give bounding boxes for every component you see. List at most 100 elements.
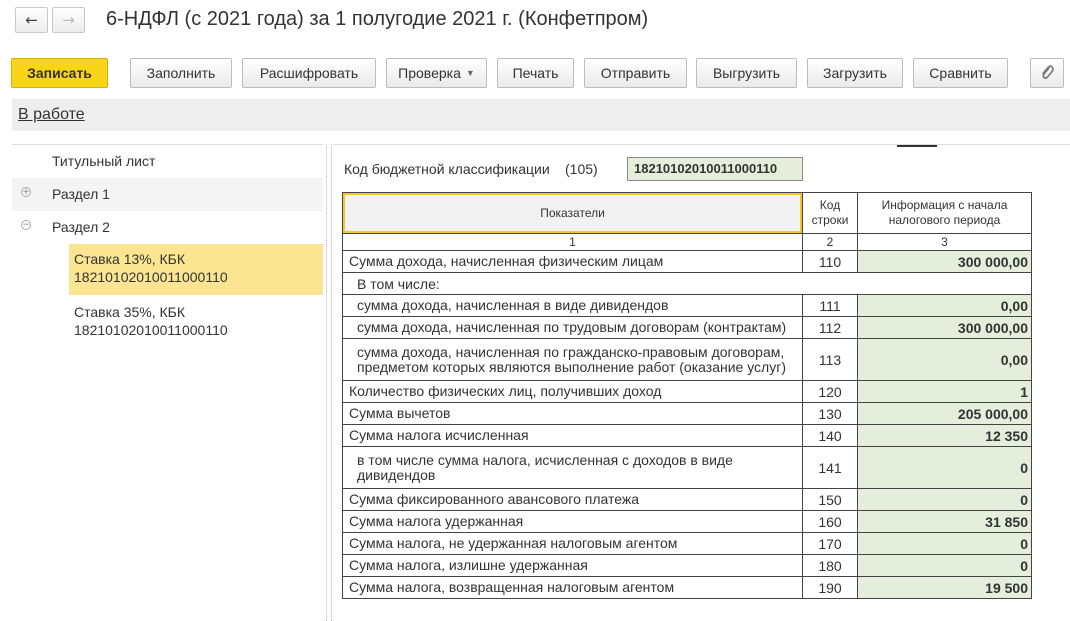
status-link[interactable]: В работе [18,106,85,124]
tree-item-label: Раздел 1 [52,186,110,202]
check-button-label: Проверка [398,65,461,81]
kbk-field[interactable]: 18210102010011000110 [627,157,803,181]
panel-splitter[interactable] [326,144,332,621]
row-value[interactable]: 0 [857,554,1032,577]
row-label: Сумма вычетов [342,402,803,425]
tree-item-kbk: 18210102010011000110 [74,269,228,285]
forward-arrow-icon[interactable]: → [52,7,85,33]
table-row: сумма дохода, начисленная по гражданско-… [342,338,1032,381]
section-tree: Титульный лист + Раздел 1 − Раздел 2 Ста… [12,144,323,621]
tree-item-label: Раздел 2 [52,219,110,235]
table-row: в том числе сумма налога, исчисленная с … [342,446,1032,489]
intro-label: В том числе: [342,272,1032,295]
row-code: 113 [802,338,858,381]
row-value[interactable]: 0,00 [857,338,1032,381]
row-value[interactable]: 0,00 [857,294,1032,317]
row-label: Сумма фиксированного авансового платежа [342,488,803,511]
row-value[interactable]: 0 [857,532,1032,555]
table-row: Количество физических лиц, получивших до… [342,380,1032,403]
scroll-marker [897,145,937,147]
print-button[interactable]: Печать [497,58,574,88]
row-code: 170 [802,532,858,555]
table-row: Сумма налога исчисленная 140 12 350 [342,424,1032,447]
table-row: сумма дохода, начисленная в виде дивиден… [342,294,1032,317]
table-row: Сумма налога удержанная 160 31 850 [342,510,1032,533]
row-label: Сумма налога, излишне удержанная [342,554,803,577]
row-code: 140 [802,424,858,447]
row-code: 111 [802,294,858,317]
back-arrow-icon[interactable]: ← [15,7,48,33]
table-row: Сумма налога, излишне удержанная 180 0 [342,554,1032,577]
decode-button[interactable]: Расшифровать [242,58,376,88]
column-number: 2 [802,233,858,251]
row-code: 141 [802,446,858,489]
row-label: сумма дохода, начисленная по трудовым до… [342,316,803,339]
header-info-line: налогового периода [888,213,1001,227]
table-row: В том числе: [342,272,1032,295]
row-value[interactable]: 300 000,00 [857,316,1032,339]
row-label: сумма дохода, начисленная по гражданско-… [342,338,803,381]
table-row: Сумма вычетов 130 205 000,00 [342,402,1032,425]
title-bar: ← → 6-НДФЛ (с 2021 года) за 1 полугодие … [0,0,1070,44]
row-label: в том числе сумма налога, исчисленная с … [342,446,803,489]
table-row: Сумма дохода, начисленная физическим лиц… [342,250,1032,273]
report-table: Показатели Код строки Информация с начал… [342,192,1032,599]
check-dropdown-button[interactable]: Проверка ▼ [386,58,487,88]
export-button[interactable]: Выгрузить [696,58,797,88]
row-label: сумма дохода, начисленная в виде дивиден… [342,294,803,317]
row-value[interactable]: 31 850 [857,510,1032,533]
row-code: 130 [802,402,858,425]
tree-item-label: Титульный лист [52,153,156,169]
row-value[interactable]: 300 000,00 [857,250,1032,273]
chevron-down-icon: ▼ [465,68,475,78]
row-code: 160 [802,510,858,533]
tree-item-label: Ставка 35%, КБК [74,304,185,320]
document-title: 6-НДФЛ (с 2021 года) за 1 полугодие 2021… [106,8,649,30]
row-value[interactable]: 205 000,00 [857,402,1032,425]
tree-item-label: Ставка 13%, КБК [74,251,185,267]
tree-item-section-2[interactable]: − Раздел 2 [12,211,323,244]
row-code: 180 [802,554,858,577]
table-row: Сумма налога, не удержанная налоговым аг… [342,532,1032,555]
header-code-line: строки [811,213,849,227]
row-label: Сумма налога, возвращенная налоговым аге… [342,576,803,599]
fill-button[interactable]: Заполнить [130,58,232,88]
header-code: Код строки [802,192,858,234]
send-button[interactable]: Отправить [584,58,687,88]
row-label: Сумма налога, не удержанная налоговым аг… [342,532,803,555]
header-indicators: Показатели [342,192,803,234]
save-button[interactable]: Записать [11,58,108,88]
table-row: сумма дохода, начисленная по трудовым до… [342,316,1032,339]
tree-item-section-1[interactable]: + Раздел 1 [12,178,323,211]
kbk-label: Код бюджетной классификации [344,161,550,177]
status-bar: В работе [12,99,1070,131]
paperclip-icon[interactable] [1030,58,1064,88]
header-code-line: Код [819,198,841,212]
row-value[interactable]: 12 350 [857,424,1032,447]
row-value[interactable]: 19 500 [857,576,1032,599]
table-row: Сумма налога, возвращенная налоговым аге… [342,576,1032,599]
row-value[interactable]: 0 [857,446,1032,489]
compare-button[interactable]: Сравнить [913,58,1008,88]
tree-item-kbk: 18210102010011000110 [74,322,228,338]
expand-icon[interactable]: + [21,187,31,197]
row-code: 120 [802,380,858,403]
tree-item-title-page[interactable]: Титульный лист [12,145,323,178]
header-info-line: Информация с начала [881,198,1008,212]
row-label: Сумма налога удержанная [342,510,803,533]
column-number: 3 [857,233,1032,251]
command-toolbar: Записать Заполнить Расшифровать Проверка… [0,58,1070,90]
table-row: Сумма фиксированного авансового платежа … [342,488,1032,511]
row-value[interactable]: 1 [857,380,1032,403]
row-value[interactable]: 0 [857,488,1032,511]
row-code: 112 [802,316,858,339]
tree-item-rate-13[interactable]: Ставка 13%, КБК 18210102010011000110 [69,244,323,295]
collapse-icon[interactable]: − [21,220,31,230]
report-form: Код бюджетной классификации (105) 182101… [334,144,1070,621]
column-number: 1 [342,233,803,251]
kbk-line-number: (105) [565,161,598,177]
row-code: 150 [802,488,858,511]
tree-item-rate-35[interactable]: Ставка 35%, КБК 18210102010011000110 [69,297,323,345]
import-button[interactable]: Загрузить [807,58,903,88]
row-label: Сумма налога исчисленная [342,424,803,447]
